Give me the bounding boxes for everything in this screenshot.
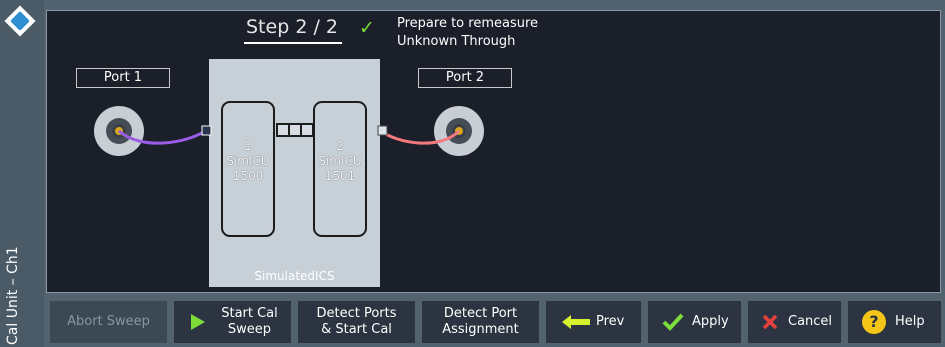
- dialog-title: Cal Unit – Ch1: [5, 246, 21, 345]
- rohde-schwarz-logo-icon: [4, 5, 36, 37]
- cable-diagram: [118, 123, 461, 145]
- apply-button[interactable]: Apply: [648, 301, 741, 343]
- abort-sweep-button[interactable]: Abort Sweep: [50, 301, 167, 343]
- port1-adapter: [201, 125, 212, 136]
- detect-ports-line1: Detect Ports: [316, 306, 397, 321]
- module-link: [276, 123, 314, 137]
- cancel-button[interactable]: Cancel: [748, 301, 841, 343]
- check-icon: [662, 313, 684, 331]
- detect-assignment-label: Detect Port Assignment: [422, 306, 539, 338]
- port2-cable: [380, 129, 461, 145]
- start-cal-label: Start Cal Sweep: [212, 306, 287, 338]
- port2-adapter: [377, 125, 388, 136]
- start-cal-line2: Sweep: [227, 322, 272, 337]
- help-button[interactable]: ? Help: [848, 301, 941, 343]
- cancel-label: Cancel: [788, 314, 833, 329]
- help-label: Help: [895, 314, 925, 329]
- calibration-view: Step 2 / 2 ✓ Prepare to remeasure Unknow…: [46, 10, 941, 293]
- prev-button[interactable]: Prev: [546, 301, 641, 343]
- abort-sweep-label: Abort Sweep: [67, 314, 150, 329]
- detect-assignment-line1: Detect Port: [443, 306, 518, 321]
- detect-port-assignment-button[interactable]: Detect Port Assignment: [422, 301, 539, 343]
- arrow-left-icon: [562, 315, 590, 329]
- prev-label: Prev: [596, 314, 625, 329]
- detect-ports-start-cal-button[interactable]: Detect Ports & Start Cal: [298, 301, 415, 343]
- detect-ports-label: Detect Ports & Start Cal: [298, 306, 415, 338]
- question-icon: ?: [862, 310, 886, 334]
- port1-cable: [118, 129, 206, 145]
- x-icon: [762, 314, 778, 330]
- start-cal-sweep-button[interactable]: Start Cal Sweep: [174, 301, 291, 343]
- play-icon: [191, 314, 205, 330]
- start-cal-line1: Start Cal: [221, 306, 278, 321]
- sidebar: Cal Unit – Ch1: [0, 0, 44, 347]
- detect-ports-line2: & Start Cal: [321, 322, 392, 337]
- detect-assignment-line2: Assignment: [442, 322, 519, 337]
- apply-label: Apply: [692, 314, 729, 329]
